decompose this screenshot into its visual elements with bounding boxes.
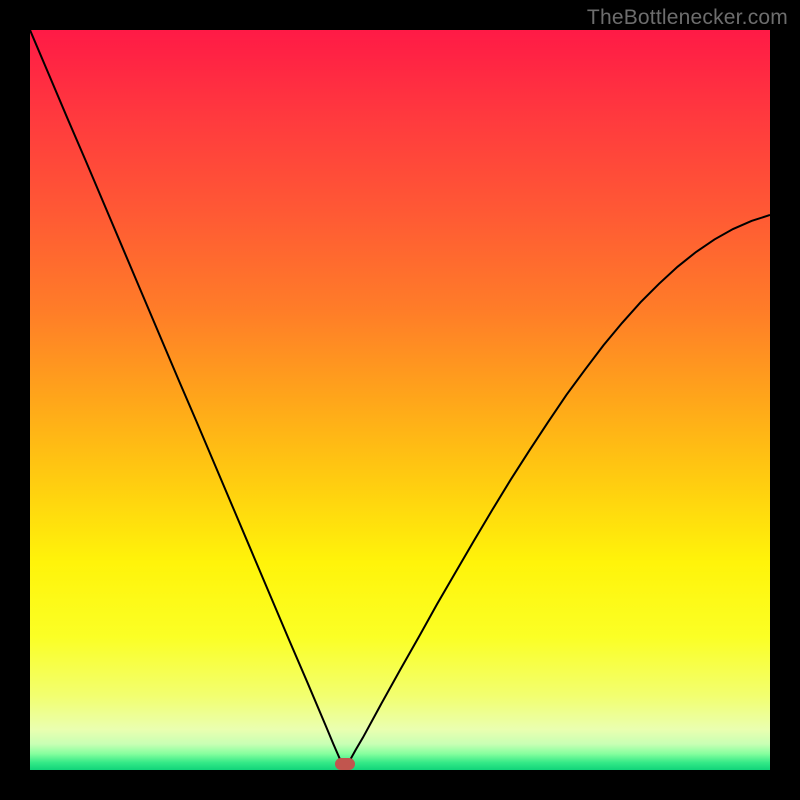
optimum-marker	[335, 758, 355, 770]
watermark-text: TheBottlenecker.com	[587, 6, 788, 30]
chart-background	[30, 30, 770, 770]
chart-plot	[30, 30, 770, 770]
chart-frame: TheBottlenecker.com	[0, 0, 800, 800]
